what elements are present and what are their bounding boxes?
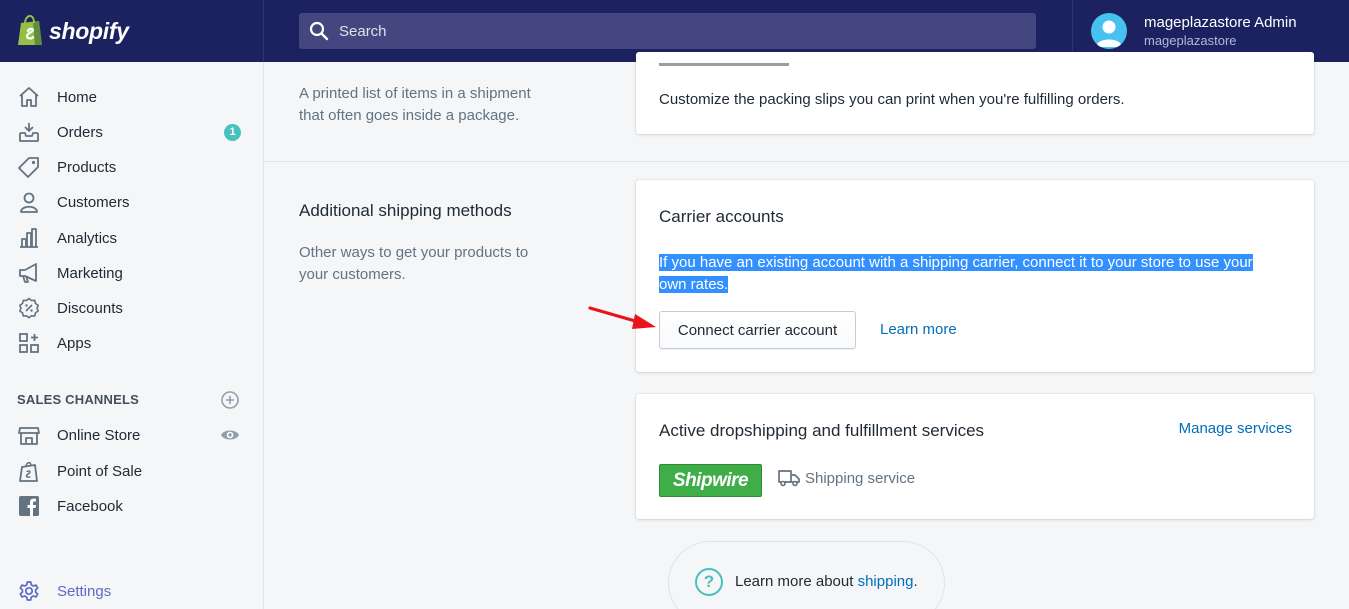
orders-icon bbox=[17, 120, 41, 144]
sidebar-item-apps[interactable]: Apps bbox=[0, 326, 263, 360]
sidebar-item-label: Analytics bbox=[57, 229, 118, 247]
search-icon bbox=[309, 21, 329, 41]
truck-icon bbox=[778, 470, 800, 487]
sidebar-item-label: Home bbox=[57, 88, 98, 106]
carrier-text-line2: own rates. bbox=[659, 276, 729, 293]
add-sales-channel-button[interactable] bbox=[219, 389, 241, 411]
packing-slip-description: A printed list of items in a shipment th… bbox=[299, 85, 531, 124]
sidebar-item-analytics[interactable]: Analytics bbox=[0, 221, 263, 255]
sidebar-item-discounts[interactable]: Discounts bbox=[0, 291, 263, 325]
dropshipping-title: Active dropshipping and fulfillment serv… bbox=[659, 421, 985, 440]
sales-channels-heading: SALES CHANNELS bbox=[17, 392, 139, 407]
sidebar-item-point-of-sale[interactable]: Point of Sale bbox=[0, 454, 263, 488]
search-input[interactable]: Search bbox=[299, 13, 1036, 49]
brand-name: shopify bbox=[49, 17, 129, 44]
carrier-accounts-card: Carrier accounts If you have an existing… bbox=[636, 180, 1314, 372]
shopping-bag-icon bbox=[17, 459, 41, 483]
sidebar-item-orders[interactable]: Orders 1 bbox=[0, 115, 263, 149]
shopify-logo[interactable]: shopify bbox=[0, 0, 264, 62]
annotation-arrow bbox=[588, 306, 656, 329]
sidebar: Home Orders 1 Products Customers Analyti… bbox=[0, 62, 264, 609]
carrier-accounts-title: Carrier accounts bbox=[659, 207, 784, 226]
sidebar-item-label: Products bbox=[57, 158, 117, 176]
shipping-help-link[interactable]: shipping bbox=[858, 573, 914, 590]
sidebar-item-label: Orders bbox=[57, 123, 103, 141]
sidebar-item-home[interactable]: Home bbox=[0, 80, 263, 114]
discount-icon bbox=[17, 296, 41, 320]
view-online-store-button[interactable] bbox=[219, 424, 241, 446]
user-avatar-icon bbox=[1096, 20, 1122, 47]
sidebar-item-label: Apps bbox=[57, 334, 92, 352]
person-icon bbox=[17, 190, 41, 214]
shipping-methods-title: Additional shipping methods bbox=[299, 201, 512, 220]
help-prefix: Learn more about bbox=[735, 573, 858, 590]
facebook-icon bbox=[17, 494, 41, 518]
shipwire-logo: Shipwire bbox=[659, 464, 762, 497]
megaphone-icon bbox=[17, 261, 41, 285]
shipping-methods-description: Other ways to get your products to your … bbox=[299, 244, 529, 283]
packing-slip-title-clipped bbox=[659, 58, 809, 67]
sidebar-item-customers[interactable]: Customers bbox=[0, 185, 263, 219]
sidebar-item-settings[interactable]: Settings bbox=[0, 574, 263, 608]
packing-slip-card-text: Customize the packing slips you can prin… bbox=[659, 91, 1125, 108]
search-placeholder: Search bbox=[339, 22, 387, 40]
help-suffix: . bbox=[913, 573, 918, 590]
home-icon bbox=[17, 85, 41, 109]
connect-carrier-account-button[interactable]: Connect carrier account bbox=[659, 311, 856, 349]
help-footer: ? Learn more about shipping. bbox=[668, 541, 945, 609]
packing-slip-card: Customize the packing slips you can prin… bbox=[636, 52, 1314, 134]
sidebar-item-label: Settings bbox=[57, 582, 112, 600]
shipping-service-text: Shipping service bbox=[805, 469, 916, 487]
orders-count-badge: 1 bbox=[224, 123, 241, 141]
account-name: mageplazastore Admin bbox=[1144, 14, 1297, 31]
carrier-accounts-text: If you have an existing account with a s… bbox=[659, 252, 1253, 296]
sidebar-item-label: Facebook bbox=[57, 497, 123, 515]
sidebar-item-label: Marketing bbox=[57, 264, 123, 282]
apps-icon bbox=[17, 331, 41, 355]
dropshipping-card: Active dropshipping and fulfillment serv… bbox=[636, 394, 1314, 519]
tag-icon bbox=[17, 155, 41, 179]
sidebar-item-label: Discounts bbox=[57, 299, 123, 317]
gear-icon bbox=[17, 579, 41, 603]
storefront-icon bbox=[17, 423, 41, 447]
sidebar-item-label: Online Store bbox=[57, 426, 141, 444]
main-content: A printed list of items in a shipment th… bbox=[264, 52, 1349, 609]
manage-services-link[interactable]: Manage services bbox=[1179, 420, 1292, 437]
carrier-text-line1: If you have an existing account with a s… bbox=[659, 254, 1253, 271]
shopify-bag-icon bbox=[18, 15, 42, 45]
sidebar-item-label: Customers bbox=[57, 193, 130, 211]
sidebar-item-products[interactable]: Products bbox=[0, 150, 263, 184]
shipping-service-label: Shipping service bbox=[778, 469, 915, 487]
sidebar-item-marketing[interactable]: Marketing bbox=[0, 256, 263, 290]
bar-chart-icon bbox=[17, 226, 41, 250]
eye-icon bbox=[221, 430, 239, 440]
learn-more-link[interactable]: Learn more bbox=[880, 321, 957, 338]
question-circle-icon: ? bbox=[695, 568, 723, 596]
plus-circle-icon bbox=[221, 391, 239, 409]
sidebar-item-facebook[interactable]: Facebook bbox=[0, 489, 263, 523]
section-divider bbox=[264, 161, 1349, 162]
avatar bbox=[1091, 13, 1127, 49]
store-name: mageplazastore bbox=[1144, 33, 1237, 48]
help-text: Learn more about shipping. bbox=[735, 573, 918, 590]
sidebar-item-label: Point of Sale bbox=[57, 462, 143, 480]
